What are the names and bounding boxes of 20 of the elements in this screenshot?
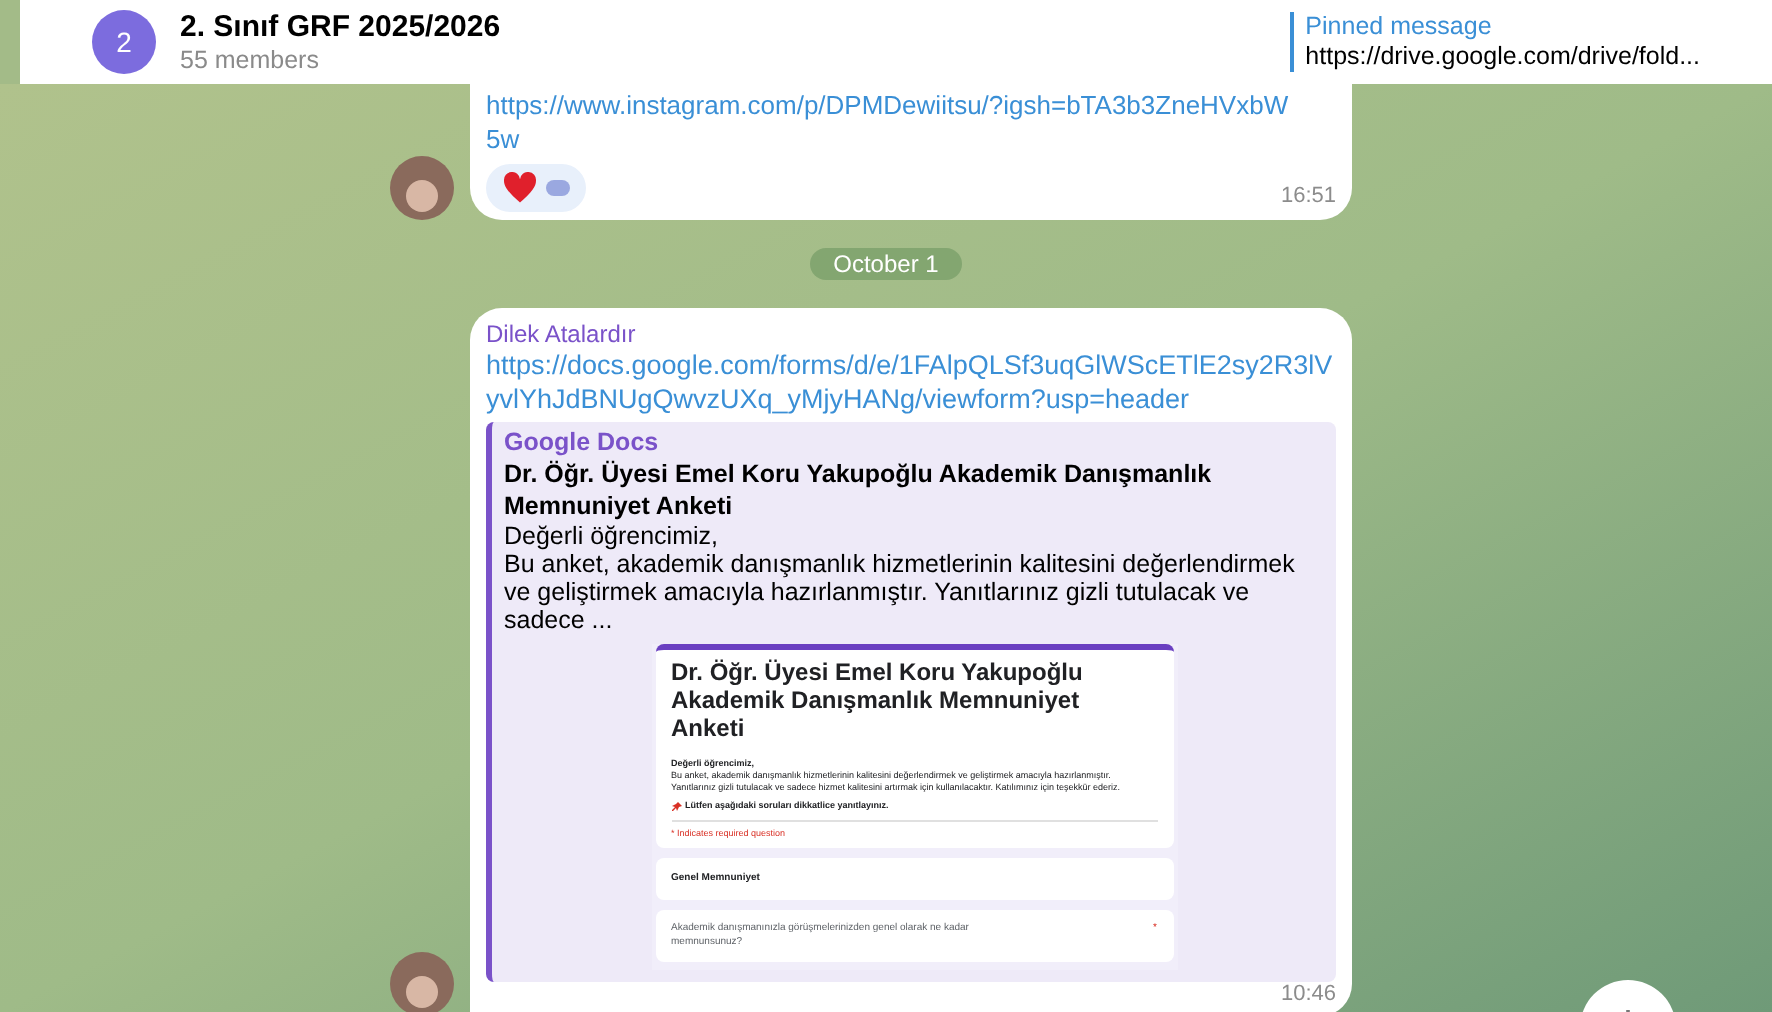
- date-pill: October 1: [809, 248, 963, 280]
- message-link[interactable]: https://docs.google.com/forms/d/e/1FAlpQLSf3uqGlWScETlE2sy2R3lVyvlYhJdBNUgQwvzUXq_yMjyHANg/viewform?usp=header: [486, 348, 1336, 416]
- message-time: 10:46: [1280, 982, 1336, 1008]
- link-preview[interactable]: [486, 422, 1336, 982]
- pin-icon: [671, 801, 681, 811]
- pinned-message[interactable]: Pinned message https://drive.google.com/drive/fold...: [1289, 12, 1700, 72]
- avatar: [390, 952, 454, 1012]
- preview-title: Dr. Öğr. Üyesi Emel Koru Yakupoğlu Akademik Danışmanlık Memnuniyet Anketi: [504, 458, 1214, 522]
- reaction-chip[interactable]: [486, 164, 586, 212]
- preview-site: Google Docs: [504, 428, 661, 458]
- avatar: [390, 156, 454, 220]
- sender-name: Dilek Atalardır: [486, 320, 638, 348]
- group-avatar[interactable]: 2: [92, 10, 156, 74]
- heart-icon: [502, 172, 538, 204]
- chat-title: 2. Sınıf GRF 2025/2026: [180, 9, 501, 45]
- form-title: Dr. Öğr. Üyesi Emel Koru Yakupoğlu Akademik Danışmanlık Memnuniyet Anketi: [671, 658, 1085, 742]
- message-link[interactable]: https://www.instagram.com/p/DPMDewiitsu/?igsh=bTA3b3ZneHVxbW5w: [486, 88, 1296, 156]
- preview-description: Değerli öğrencimiz, Bu anket, akademik danışmanlık hizmetlerinin kalitesini değerlendirmek ve geliştirmek amacıyla hazırlanmıştır. Yanıtlarınız gizli tutulacak ve sadece ...: [504, 522, 1297, 634]
- message-time: 16:51: [1280, 181, 1336, 211]
- member-count: 55 members: [180, 45, 321, 75]
